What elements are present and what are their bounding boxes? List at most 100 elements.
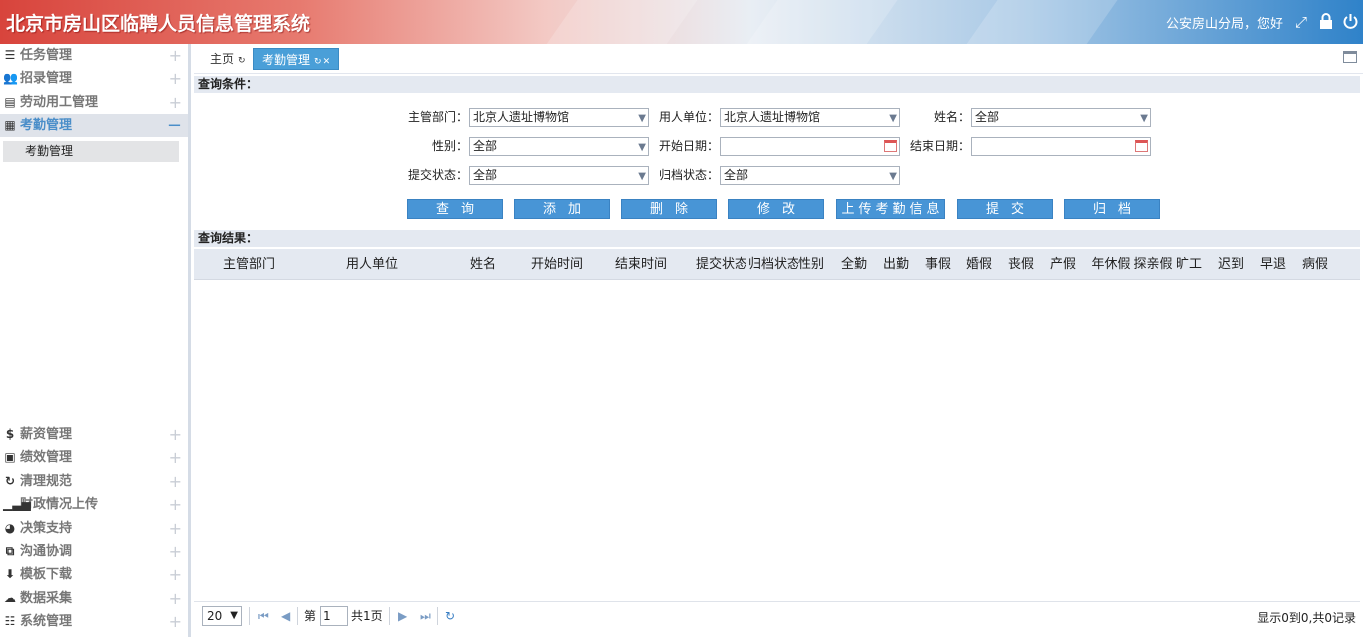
column-header[interactable]: 结束时间: [604, 249, 678, 280]
download-icon: ⬇: [4, 567, 16, 582]
submit-button[interactable]: 提交: [957, 199, 1053, 219]
refresh-icon[interactable]: ↻: [238, 56, 246, 66]
sidebar-item-label: 招录管理: [20, 71, 73, 87]
column-header[interactable]: 开始时间: [526, 249, 588, 280]
expand-icon[interactable]: +: [169, 423, 182, 446]
next-page-icon[interactable]: ▶: [398, 609, 407, 623]
sidebar-item-finance-upload[interactable]: ▁▃▅ 财政情况上传 +: [0, 493, 188, 516]
column-header[interactable]: 迟到: [1217, 249, 1245, 280]
refresh-icon[interactable]: ↻: [314, 57, 322, 67]
refresh-icon[interactable]: ↻: [445, 609, 455, 623]
column-header[interactable]: 旷工: [1175, 249, 1203, 280]
app-header: 北京市房山区临聘人员信息管理系统 公安房山分局，您好 ⤢: [0, 0, 1363, 44]
sidebar-item-system[interactable]: ☷ 系统管理 +: [0, 610, 188, 633]
tab-label: 考勤管理: [262, 53, 311, 67]
add-button[interactable]: 添加: [514, 199, 610, 219]
sliders-icon: ☷: [4, 614, 16, 629]
sidebar-item-label: 清理规范: [20, 473, 73, 489]
tab-home[interactable]: 主页 ↻: [202, 48, 254, 70]
results-table-header: 主管部门 用人单位 姓名 开始时间 结束时间 提交状态 归档状态 性别 全勤 出…: [194, 249, 1360, 280]
sidebar-item-attendance[interactable]: ▦ 考勤管理 −: [0, 113, 188, 138]
submit-status-value: 全部: [473, 168, 498, 182]
column-header[interactable]: 用人单位: [304, 249, 440, 280]
archive-status-select[interactable]: 全部 ▼: [720, 166, 900, 185]
sidebar-subitem-attendance[interactable]: 考勤管理: [3, 141, 179, 163]
column-header[interactable]: 全勤: [840, 249, 868, 280]
expand-icon[interactable]: +: [169, 563, 182, 586]
pagination-bar: 20 ▼ ⏮ ◀ 第 1 共1页 ▶ ⏭ ↻ 显示0到0,共0记录: [194, 601, 1360, 631]
prev-page-icon[interactable]: ◀: [281, 609, 290, 623]
fullscreen-icon[interactable]: ⤢: [1292, 13, 1310, 31]
column-header[interactable]: 丧假: [1007, 249, 1035, 280]
app-title: 北京市房山区临聘人员信息管理系统: [6, 13, 311, 35]
close-icon[interactable]: ✕: [323, 57, 331, 67]
column-header[interactable]: 探亲假: [1133, 249, 1173, 280]
column-header[interactable]: 归档状态: [748, 249, 798, 280]
list-icon: ☰: [4, 48, 16, 62]
document-icon: ▤: [4, 94, 16, 109]
sidebar-item-template-download[interactable]: ⬇ 模板下载 +: [0, 563, 188, 586]
column-header[interactable]: 性别: [798, 249, 824, 280]
tab-bar: 主页 ↻ 考勤管理 ↻✕: [194, 44, 1363, 74]
sidebar-item-performance[interactable]: ▣ 绩效管理 +: [0, 446, 188, 469]
column-header[interactable]: 年休假: [1091, 249, 1131, 280]
sidebar-item-cleanup[interactable]: ↻ 清理规范 +: [0, 470, 188, 493]
column-header[interactable]: 事假: [924, 249, 952, 280]
expand-icon[interactable]: +: [169, 587, 182, 610]
column-header[interactable]: 提交状态: [696, 249, 746, 280]
sidebar-item-recruit[interactable]: 👥 招录管理 +: [0, 67, 188, 90]
edit-button[interactable]: 修改: [728, 199, 824, 219]
sidebar-item-data-collection[interactable]: ☁ 数据采集 +: [0, 587, 188, 610]
calendar-icon[interactable]: [1135, 140, 1148, 152]
sidebar-item-salary[interactable]: $ 薪资管理 +: [0, 423, 188, 446]
expand-icon[interactable]: +: [169, 470, 182, 493]
expand-icon[interactable]: +: [169, 493, 182, 516]
expand-icon[interactable]: +: [169, 610, 182, 633]
power-icon[interactable]: [1341, 13, 1359, 31]
first-page-icon[interactable]: ⏮: [258, 609, 269, 623]
sidebar-item-label: 模板下载: [20, 567, 73, 583]
column-header[interactable]: 出勤: [882, 249, 910, 280]
expand-icon[interactable]: +: [169, 517, 182, 540]
gender-select[interactable]: 全部 ▼: [469, 137, 649, 156]
last-page-icon[interactable]: ⏭: [420, 609, 431, 623]
name-select[interactable]: 全部 ▼: [971, 108, 1151, 127]
sidebar-item-label: 沟通协调: [20, 543, 73, 559]
archive-button[interactable]: 归档: [1064, 199, 1160, 219]
header-decoration: [528, 0, 712, 44]
column-header[interactable]: 病假: [1301, 249, 1329, 280]
tab-attendance[interactable]: 考勤管理 ↻✕: [253, 48, 340, 70]
collapse-icon[interactable]: −: [167, 114, 182, 137]
column-header[interactable]: 婚假: [965, 249, 993, 280]
unit-select[interactable]: 北京人遗址博物馆 ▼: [720, 108, 900, 127]
gender-label: 性别：: [431, 139, 468, 153]
upload-attendance-button[interactable]: 上传考勤信息: [836, 199, 945, 219]
sidebar-item-communication[interactable]: ⧉ 沟通协调 +: [0, 540, 188, 563]
sidebar-item-label: 决策支持: [20, 520, 73, 536]
expand-icon[interactable]: +: [169, 44, 182, 67]
expand-icon[interactable]: +: [169, 67, 182, 90]
page-size-select[interactable]: 20 ▼: [202, 606, 242, 626]
delete-button[interactable]: 删除: [621, 199, 717, 219]
dept-select[interactable]: 北京人遗址博物馆 ▼: [469, 108, 649, 127]
column-header[interactable]: 姓名: [440, 249, 526, 280]
column-header[interactable]: 早退: [1259, 249, 1287, 280]
copy-icon: ⧉: [5, 543, 15, 558]
expand-icon[interactable]: +: [169, 91, 182, 114]
lock-icon[interactable]: [1317, 13, 1335, 31]
sidebar-item-label: 劳动用工管理: [20, 94, 99, 110]
page-number-input[interactable]: 1: [320, 606, 348, 626]
expand-icon[interactable]: +: [169, 446, 182, 469]
column-header[interactable]: 产假: [1049, 249, 1077, 280]
expand-icon[interactable]: +: [169, 540, 182, 563]
start-date-input[interactable]: [720, 137, 900, 156]
sidebar-item-labor[interactable]: ▤ 劳动用工管理 +: [0, 91, 188, 114]
sidebar-item-decision[interactable]: ◕ 决策支持 +: [0, 517, 188, 540]
sidebar-item-tasks[interactable]: ☰ 任务管理 +: [0, 44, 188, 67]
end-date-input[interactable]: [971, 137, 1151, 156]
submit-status-select[interactable]: 全部 ▼: [469, 166, 649, 185]
start-date-label: 开始日期：: [658, 139, 719, 153]
window-menu-icon[interactable]: [1343, 51, 1357, 63]
column-header[interactable]: 主管部门: [194, 249, 304, 280]
search-button[interactable]: 查询: [407, 199, 503, 219]
